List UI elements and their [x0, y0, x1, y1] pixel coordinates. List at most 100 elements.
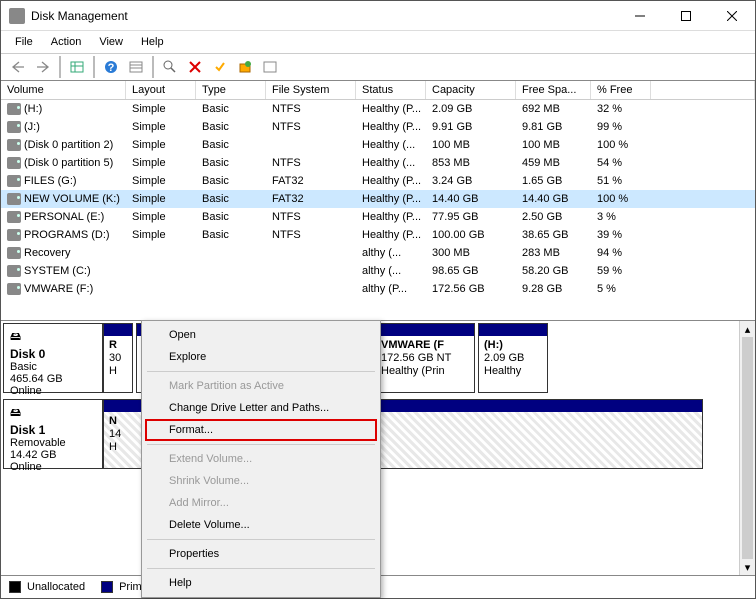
table-row[interactable]: Recoveryalthy (...300 MB283 MB94 % [1, 244, 755, 262]
menubar: File Action View Help [1, 31, 755, 53]
drive-icon [7, 175, 21, 187]
vertical-scrollbar[interactable]: ▴ ▾ [739, 321, 755, 575]
partition-bar [104, 324, 132, 336]
drive-icon [7, 229, 21, 241]
table-row[interactable]: PROGRAMS (D:)SimpleBasicNTFSHealthy (P..… [1, 226, 755, 244]
col-volume[interactable]: Volume [1, 81, 126, 99]
menu-separator [147, 568, 375, 569]
window-title: Disk Management [31, 9, 617, 23]
table-row[interactable]: (J:)SimpleBasicNTFSHealthy (P...9.91 GB9… [1, 118, 755, 136]
separator [59, 56, 61, 78]
partition-size: 2.09 GB [484, 352, 542, 365]
menu-item-format[interactable]: Format... [145, 419, 377, 441]
drive-icon [7, 247, 21, 259]
partition[interactable]: (H:)2.09 GBHealthy [478, 323, 548, 393]
disk-icon: 🖴 [10, 328, 96, 347]
maximize-button[interactable] [663, 1, 709, 31]
col-freespace[interactable]: Free Spa... [516, 81, 591, 99]
help-icon[interactable]: ? [100, 56, 122, 78]
toolbar-find-icon[interactable] [159, 56, 181, 78]
partition[interactable]: VMWARE (F172.56 GB NTHealthy (Prin [375, 323, 475, 393]
table-body: (H:)SimpleBasicNTFSHealthy (P...2.09 GB6… [1, 100, 755, 320]
table-row[interactable]: VMWARE (F:)althy (P...172.56 GB9.28 GB5 … [1, 280, 755, 298]
table-row[interactable]: (Disk 0 partition 2)SimpleBasicHealthy (… [1, 136, 755, 154]
drive-icon [7, 193, 21, 205]
partition-size: 172.56 GB NT [381, 352, 469, 365]
col-capacity[interactable]: Capacity [426, 81, 516, 99]
app-icon [9, 8, 25, 24]
menu-item-add-mirror: Add Mirror... [145, 492, 377, 514]
col-status[interactable]: Status [356, 81, 426, 99]
partition-name: VMWARE (F [381, 339, 469, 352]
partition-name: R [109, 339, 127, 352]
partition-status: Healthy [484, 365, 542, 378]
drive-icon [7, 139, 21, 151]
toolbar-list-icon[interactable] [125, 56, 147, 78]
table-row[interactable]: PERSONAL (E:)SimpleBasicNTFSHealthy (P..… [1, 208, 755, 226]
menu-item-properties[interactable]: Properties [145, 543, 377, 565]
scroll-thumb[interactable] [742, 337, 753, 559]
col-type[interactable]: Type [196, 81, 266, 99]
disk-name: Disk 1 [10, 423, 96, 437]
disk-kind: Removable [10, 437, 96, 449]
col-pctfree[interactable]: % Free [591, 81, 651, 99]
menu-item-open[interactable]: Open [145, 324, 377, 346]
menu-file[interactable]: File [7, 34, 41, 50]
disk-kind: Basic [10, 361, 96, 373]
menu-view[interactable]: View [91, 34, 131, 50]
table-row[interactable]: (H:)SimpleBasicNTFSHealthy (P...2.09 GB6… [1, 100, 755, 118]
context-menu: OpenExplore Mark Partition as ActiveChang… [141, 320, 381, 598]
forward-button[interactable] [32, 56, 54, 78]
menu-item-change-drive-letter-and-paths[interactable]: Change Drive Letter and Paths... [145, 397, 377, 419]
toolbar-new-icon[interactable] [234, 56, 256, 78]
menu-item-shrink-volume: Shrink Volume... [145, 470, 377, 492]
scroll-down-arrow[interactable]: ▾ [740, 559, 755, 575]
volume-table: Volume Layout Type File System Status Ca… [1, 81, 755, 321]
toolbar-delete-icon[interactable] [184, 56, 206, 78]
disk-size: 465.64 GB [10, 373, 96, 385]
titlebar: Disk Management [1, 1, 755, 31]
back-button[interactable] [7, 56, 29, 78]
svg-text:?: ? [108, 62, 115, 74]
menu-item-explore[interactable]: Explore [145, 346, 377, 368]
partition-status: Healthy (Prin [381, 365, 469, 378]
table-row[interactable]: (Disk 0 partition 5)SimpleBasicNTFSHealt… [1, 154, 755, 172]
disk-size: 14.42 GB [10, 449, 96, 461]
menu-separator [147, 371, 375, 372]
col-filesystem[interactable]: File System [266, 81, 356, 99]
table-row[interactable]: FILES (G:)SimpleBasicFAT32Healthy (P...3… [1, 172, 755, 190]
drive-icon [7, 283, 21, 295]
scroll-up-arrow[interactable]: ▴ [740, 321, 755, 337]
close-button[interactable] [709, 1, 755, 31]
menu-item-delete-volume[interactable]: Delete Volume... [145, 514, 377, 536]
disk-info[interactable]: 🖴Disk 0Basic465.64 GBOnline [3, 323, 103, 393]
window-root: Disk Management File Action View Help ? … [0, 0, 756, 599]
table-row[interactable]: SYSTEM (C:)althy (...98.65 GB58.20 GB59 … [1, 262, 755, 280]
menu-action[interactable]: Action [43, 34, 90, 50]
drive-icon [7, 121, 21, 133]
toolbar-props-icon[interactable] [259, 56, 281, 78]
menu-help[interactable]: Help [133, 34, 172, 50]
menu-item-mark-partition-as-active: Mark Partition as Active [145, 375, 377, 397]
toolbar-grid-icon[interactable] [66, 56, 88, 78]
partition-name: (H:) [484, 339, 542, 352]
menu-separator [147, 539, 375, 540]
drive-icon [7, 265, 21, 277]
table-header: Volume Layout Type File System Status Ca… [1, 81, 755, 100]
separator [152, 56, 154, 78]
menu-item-extend-volume: Extend Volume... [145, 448, 377, 470]
table-row[interactable]: NEW VOLUME (K:)SimpleBasicFAT32Healthy (… [1, 190, 755, 208]
menu-item-help[interactable]: Help [145, 572, 377, 594]
swatch-primary [101, 581, 113, 593]
swatch-unallocated [9, 581, 21, 593]
col-layout[interactable]: Layout [126, 81, 196, 99]
partition-bar [376, 324, 474, 336]
partition[interactable]: R30H [103, 323, 133, 393]
content-area: Volume Layout Type File System Status Ca… [1, 81, 755, 598]
disk-info[interactable]: 🖴Disk 1Removable14.42 GBOnline [3, 399, 103, 469]
col-spacer [651, 81, 755, 99]
toolbar-check-icon[interactable] [209, 56, 231, 78]
legend-label: Unallocated [27, 581, 85, 593]
minimize-button[interactable] [617, 1, 663, 31]
partition-size: 30 [109, 352, 127, 365]
